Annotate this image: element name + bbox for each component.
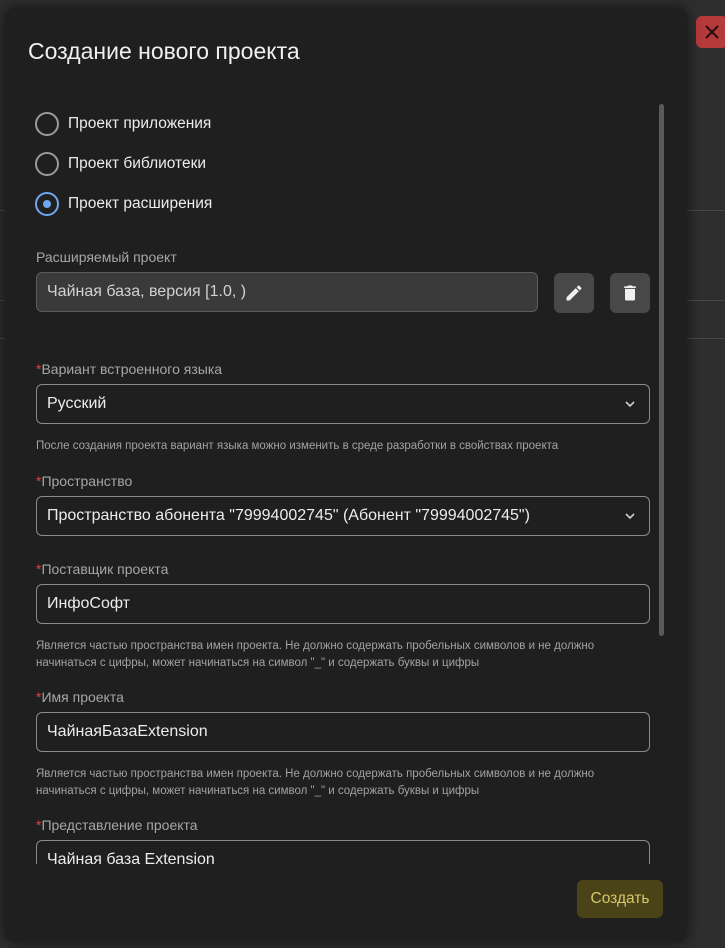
chevron-down-icon: [625, 401, 635, 408]
vendor-hint: Является частью пространства имен проект…: [36, 640, 595, 669]
space-select[interactable]: Пространство абонента "79994002745" (Або…: [36, 496, 650, 536]
extended-project-field: Чайная база, версия [1.0, ): [36, 272, 538, 312]
trash-icon: [624, 285, 636, 301]
language-value: Русский: [47, 395, 107, 412]
extended-project-label: Расширяемый проект: [36, 249, 177, 265]
radio-button-checked[interactable]: [35, 192, 59, 216]
project-name-value: ЧайнаяБазаExtension: [47, 723, 208, 740]
create-button[interactable]: Создать: [577, 880, 663, 918]
extended-project-value: Чайная база, версия [1.0, ): [47, 283, 247, 300]
space-label: *Пространство: [36, 473, 133, 489]
project-view-value: Чайная база Extension: [47, 851, 215, 864]
chevron-down-icon: [625, 513, 635, 520]
edit-button[interactable]: [554, 273, 594, 313]
project-name-input[interactable]: ЧайнаяБазаExtension: [36, 712, 650, 752]
project-name-label: *Имя проекта: [36, 689, 124, 705]
dialog-title: Создание нового проекта: [28, 38, 300, 64]
radio-extension-project[interactable]: Проект расширения: [35, 191, 212, 217]
vendor-input[interactable]: ИнфоСофт: [36, 584, 650, 624]
delete-button[interactable]: [610, 273, 650, 313]
create-project-dialog: Создание нового проекта Проект приложени…: [5, 8, 687, 942]
radio-label: Проект библиотеки: [68, 155, 207, 172]
radio-label: Проект расширения: [68, 195, 213, 212]
radio-button[interactable]: [35, 152, 59, 176]
dialog-scroll-area[interactable]: Проект приложения Проект библиотеки Прое…: [5, 96, 687, 864]
language-label: *Вариант встроенного языка: [36, 361, 223, 377]
radio-label: Проект приложения: [68, 115, 212, 132]
language-hint: После создания проекта вариант языка мож…: [36, 440, 559, 452]
space-value: Пространство абонента "79994002745" (Або…: [47, 507, 530, 524]
project-view-label: *Представление проекта: [36, 817, 198, 833]
project-name-hint: Является частью пространства имен проект…: [36, 768, 595, 797]
vendor-value: ИнфоСофт: [47, 595, 130, 612]
radio-application-project[interactable]: Проект приложения: [35, 111, 211, 137]
scrollbar[interactable]: [659, 104, 664, 636]
radio-button[interactable]: [35, 112, 59, 136]
close-icon: [705, 25, 719, 39]
project-view-input[interactable]: Чайная база Extension: [36, 840, 650, 864]
pencil-icon: [566, 285, 582, 301]
close-button[interactable]: [696, 16, 725, 48]
vendor-label: *Поставщик проекта: [36, 561, 169, 577]
radio-library-project[interactable]: Проект библиотеки: [35, 151, 206, 177]
language-select[interactable]: Русский: [36, 384, 650, 424]
